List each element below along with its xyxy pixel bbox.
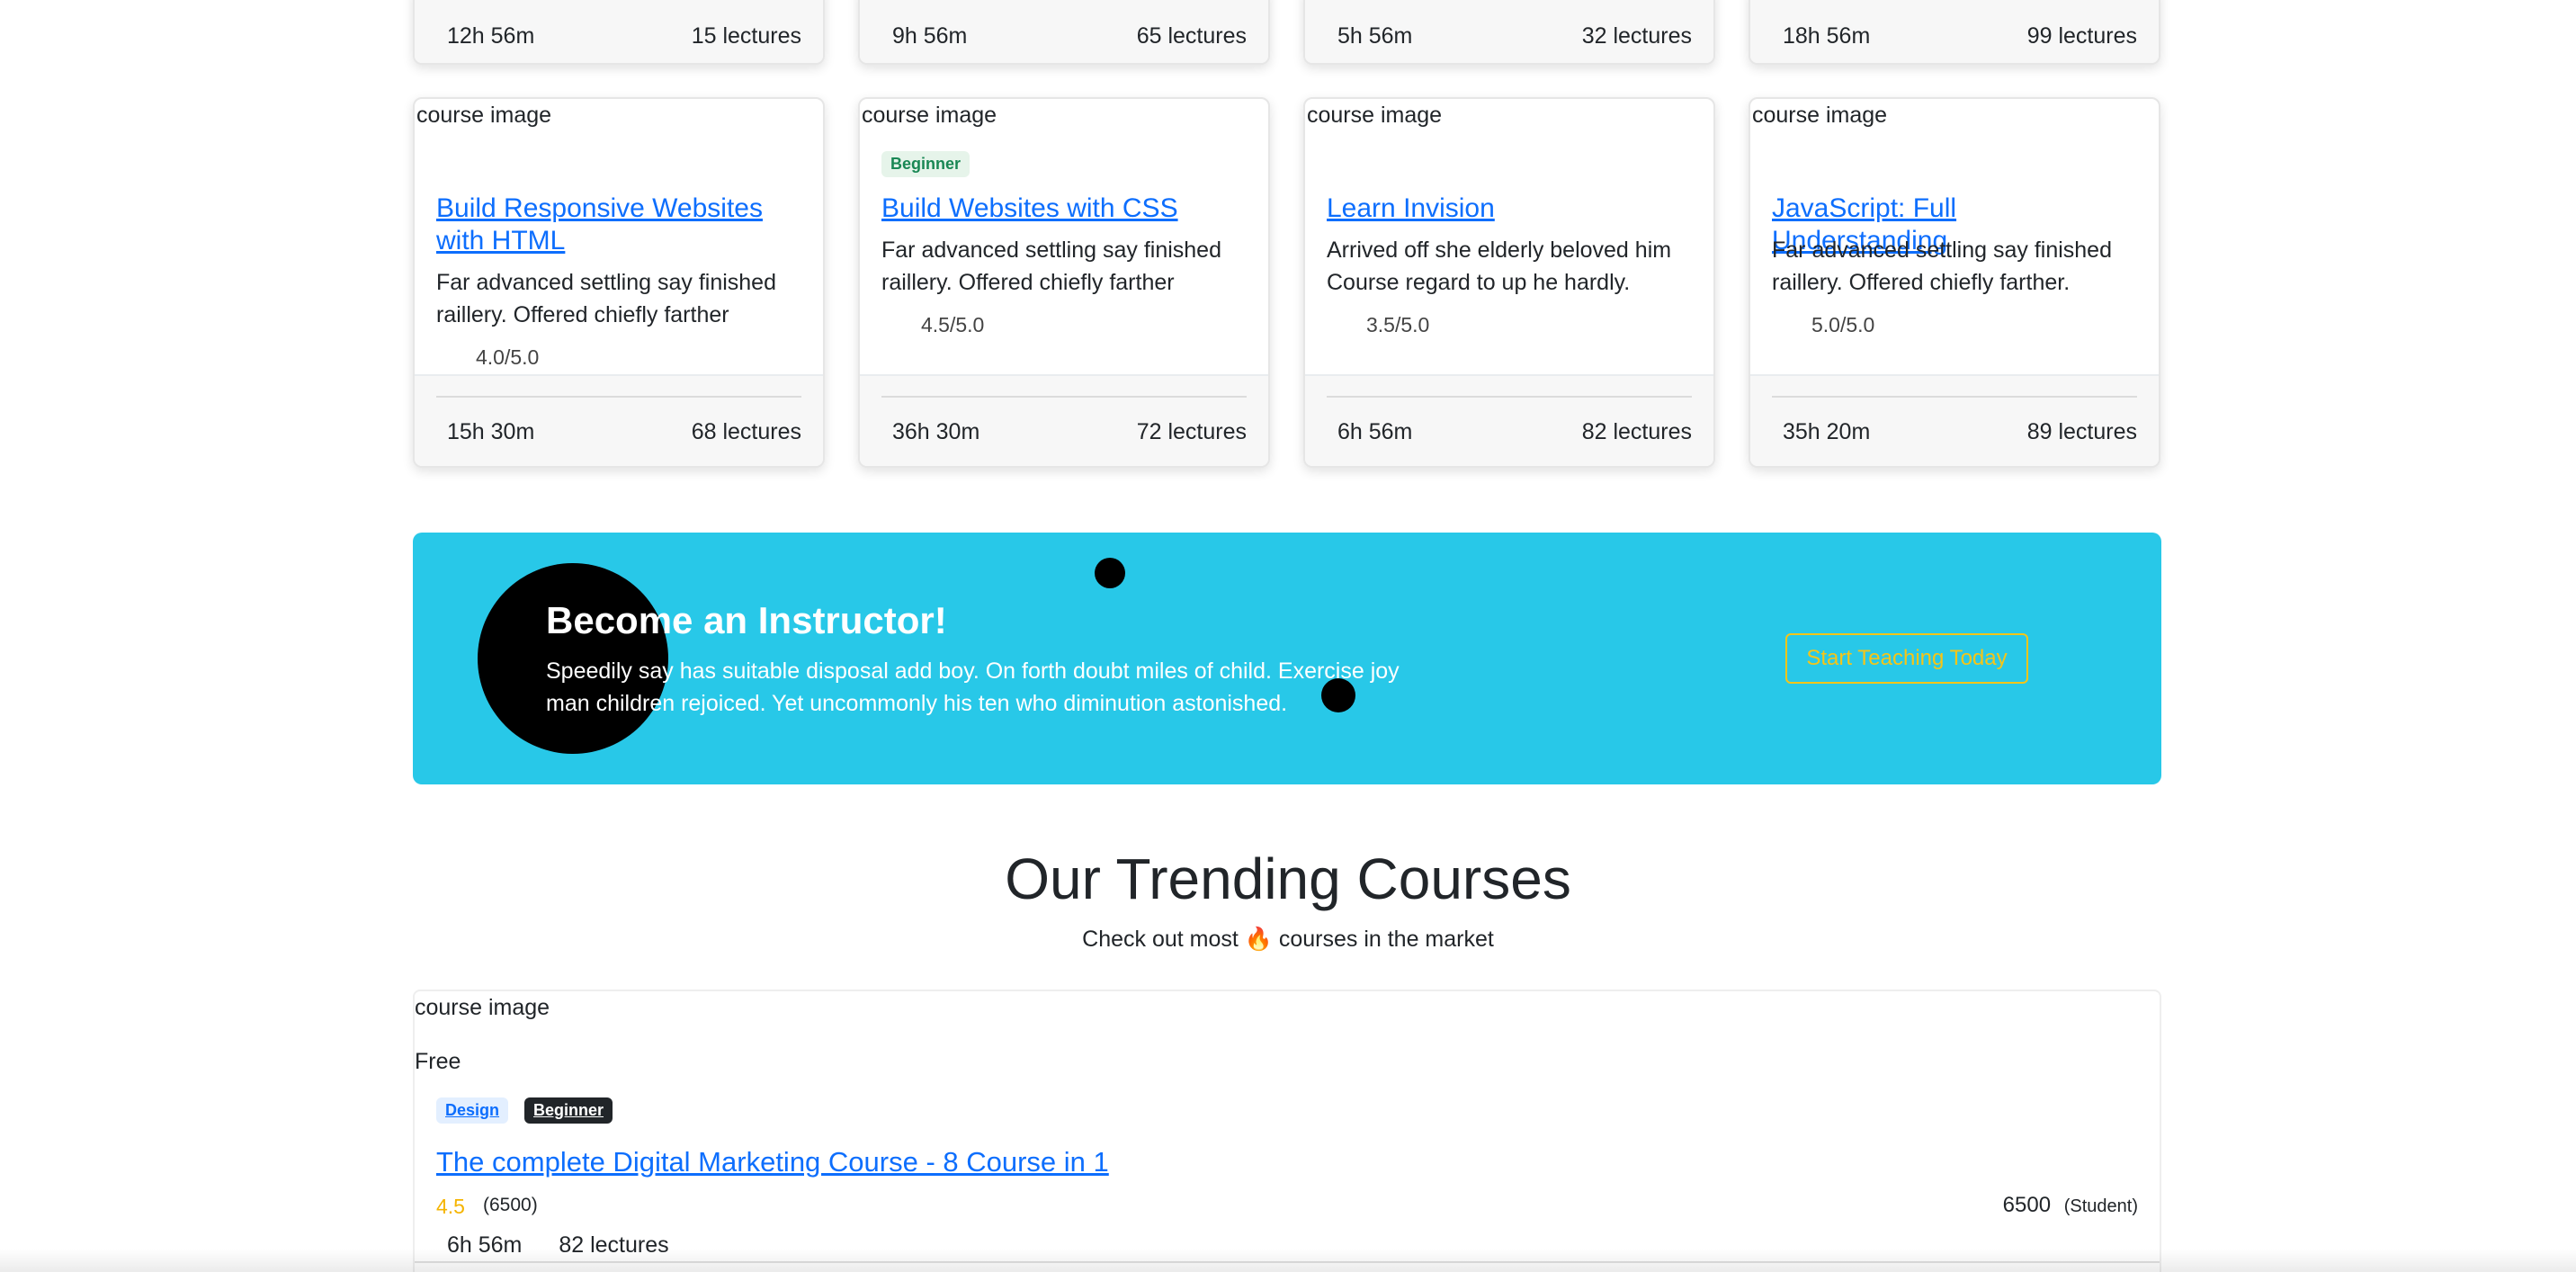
instructor-banner: Become an Instructor! Speedily say has s… [413,533,2161,784]
course-image: course image [416,103,552,128]
course-image: course image [862,103,997,128]
course-lectures: 99 lectures [2026,22,2137,49]
decorative-dot [1095,558,1125,588]
course-lectures: 89 lectures [2026,418,2137,444]
course-card-top-3: 5h 56m 32 lectures [1303,0,1715,65]
student-count-label: (Student) [2063,1196,2138,1216]
course-image: course image [1307,103,1443,128]
start-teaching-button[interactable]: Start Teaching Today [1785,633,2028,684]
card-footer: 5h 56m 32 lectures [1305,0,1713,63]
course-title-link[interactable]: Build Websites with CSS [881,193,1247,225]
divider [1327,396,1692,398]
course-lectures: 82 lectures [1581,418,1692,444]
student-count: 6500 (Student) [2003,1193,2138,1218]
rating-count: (6500) [483,1195,538,1215]
course-card-top-1: 12h 56m 15 lectures [413,0,825,65]
scroll-shadow [0,1249,2576,1272]
card-footer: 9h 56m 65 lectures [860,0,1268,63]
banner-text: Speedily say has suitable disposal add b… [546,658,1400,716]
level-badge: Beginner [881,151,970,177]
card-footer: 12h 56m 15 lectures [415,0,823,63]
course-description: Far advanced settling say finished raill… [881,237,1221,295]
divider [436,396,801,398]
card-footer: 6h 56m 82 lectures [1305,374,1713,466]
card-footer: 35h 20m 89 lectures [1750,374,2159,466]
category-tag[interactable]: Design [436,1097,509,1124]
course-image: course image [415,995,550,1020]
course-duration: 9h 56m [892,22,968,49]
course-card: course image Build Responsive Websites w… [413,97,825,468]
divider [1772,396,2137,398]
course-rating: 4.5 [436,1195,465,1218]
card-footer: 18h 56m 99 lectures [1750,0,2159,63]
divider [881,396,1247,398]
course-rating: 3.5/5.0 [1366,313,1430,336]
course-description: Far advanced settling say finished raill… [1772,237,2112,295]
course-lectures: 65 lectures [1136,22,1247,49]
course-description: Arrived off she elderly beloved him Cour… [1327,237,1672,295]
course-duration: 12h 56m [447,22,535,49]
section-title: Our Trending Courses [1005,847,1571,911]
course-rating: 4.0/5.0 [476,345,540,369]
trending-course-card: course image Free Design Beginner The co… [413,990,2161,1272]
course-duration: 35h 20m [1783,418,1871,444]
course-card-top-4: 18h 56m 99 lectures [1749,0,2160,65]
student-count-value: 6500 [2002,1193,2052,1217]
course-lectures: 32 lectures [1581,22,1692,49]
course-lectures: 15 lectures [691,22,801,49]
card-footer: 36h 30m 72 lectures [860,374,1268,466]
course-duration: 36h 30m [892,418,980,444]
course-image: course image [1752,103,1888,128]
course-card: course image Beginner Build Websites wit… [858,97,1270,468]
course-rating: 4.5/5.0 [921,313,985,336]
course-card-top-2: 9h 56m 65 lectures [858,0,1270,65]
course-lectures: 72 lectures [1136,418,1247,444]
course-description: Far advanced settling say finished raill… [436,270,776,327]
course-duration: 15h 30m [447,418,535,444]
course-title-link[interactable]: Learn Invision [1327,193,1692,225]
section-subtitle: Check out most 🔥 courses in the market [1082,927,1494,952]
course-rating: 5.0/5.0 [1811,313,1875,336]
course-duration: 18h 56m [1783,22,1871,49]
course-title-link[interactable]: The complete Digital Marketing Course - … [436,1146,1109,1178]
price-tag: Free [415,1049,461,1074]
card-footer: 15h 30m 68 lectures [415,374,823,466]
course-duration: 5h 56m [1337,22,1413,49]
course-title-link[interactable]: Build Responsive Websites with HTML [436,193,801,257]
course-card: course image JavaScript: Full Understand… [1749,97,2160,468]
banner-title: Become an Instructor! [546,599,947,641]
course-card: course image Learn Invision Arrived off … [1303,97,1715,468]
course-duration: 6h 56m [1337,418,1413,444]
course-lectures: 68 lectures [691,418,801,444]
level-tag[interactable]: Beginner [524,1097,613,1124]
